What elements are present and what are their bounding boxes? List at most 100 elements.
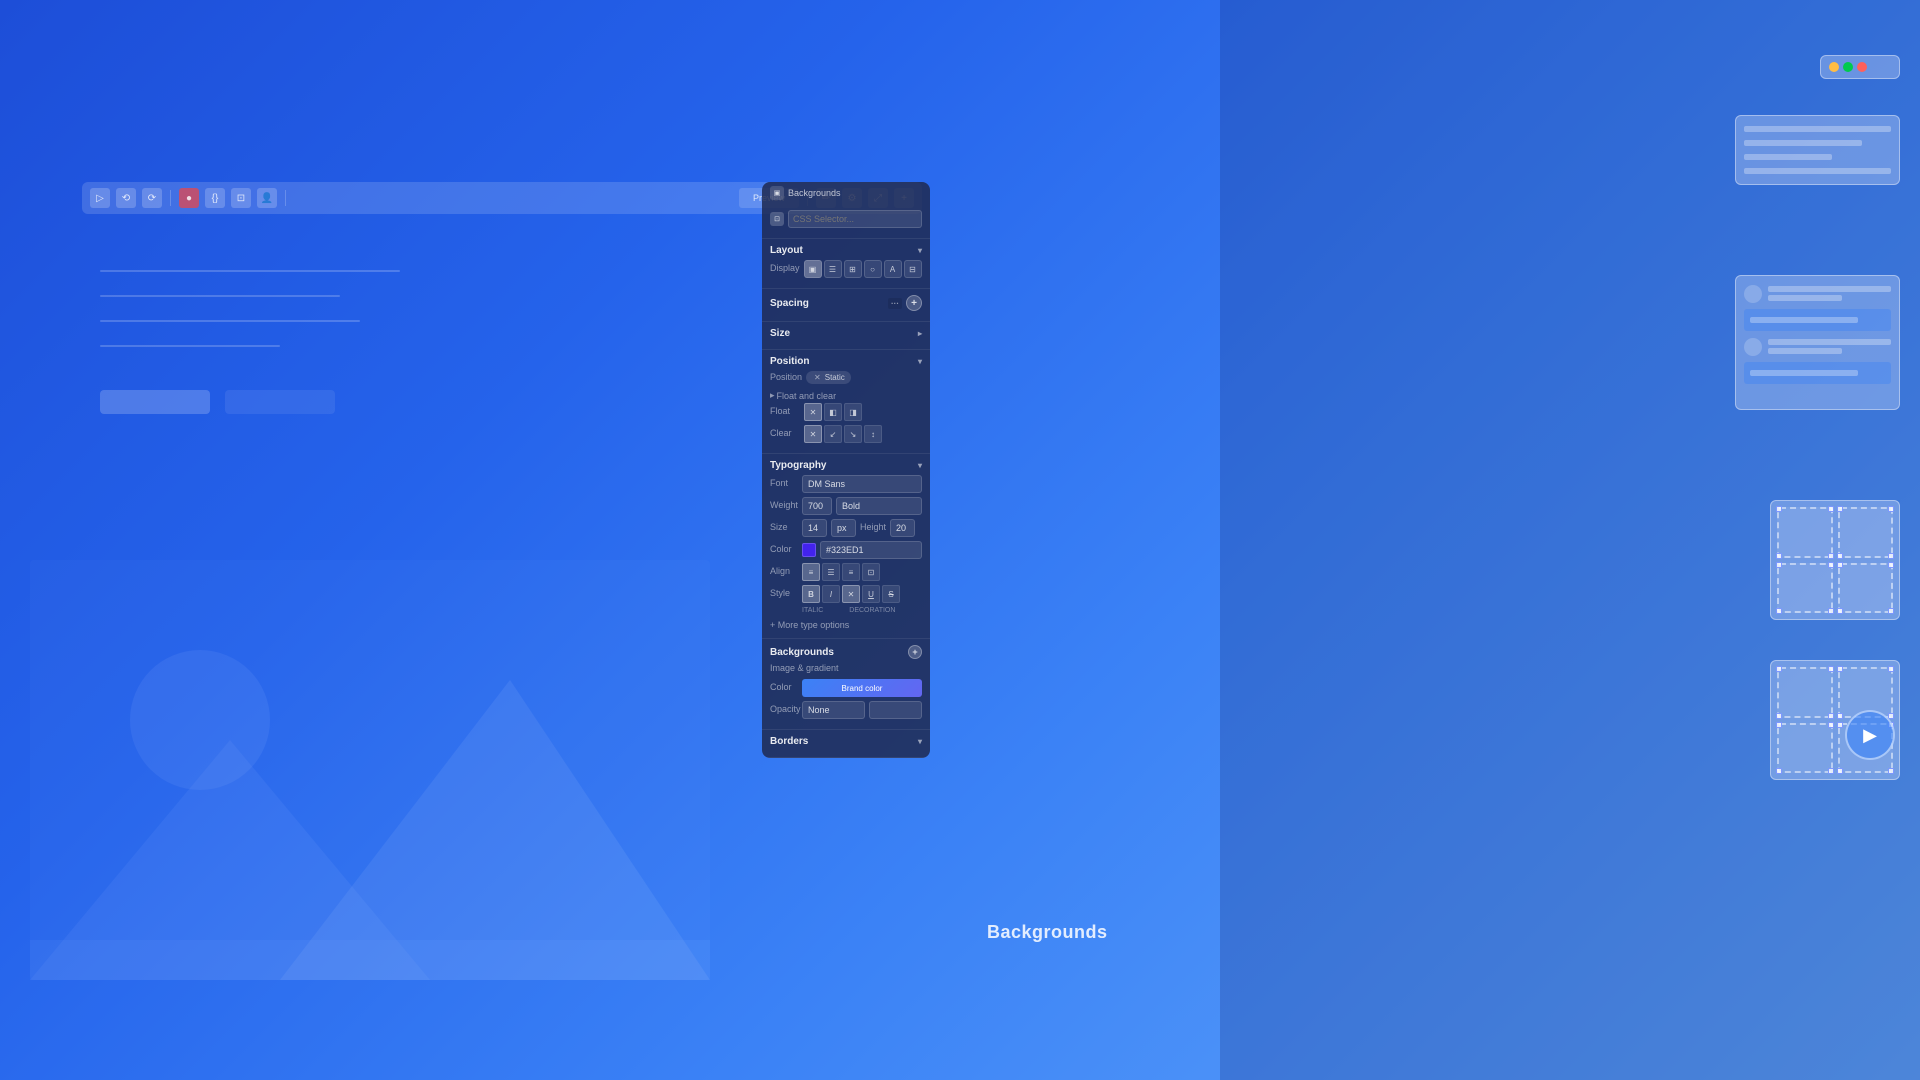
record-icon[interactable]: ●	[179, 188, 199, 208]
handle-br-3[interactable]	[1828, 608, 1834, 614]
handle-tl-6[interactable]	[1837, 666, 1843, 672]
grid-cell-3[interactable]	[1777, 563, 1833, 614]
grid-cell-1[interactable]	[1777, 507, 1833, 558]
handle-tr-7[interactable]	[1828, 722, 1834, 728]
position-header[interactable]: Position ▾	[770, 356, 922, 367]
handle-bl-7[interactable]	[1776, 768, 1782, 774]
handle-tr-4[interactable]	[1888, 562, 1894, 568]
handle-tl-5[interactable]	[1776, 666, 1782, 672]
align-right-btn[interactable]: ≡	[842, 563, 860, 581]
window-btn-close[interactable]	[1857, 62, 1867, 72]
action-circle-btn[interactable]: ▶	[1845, 710, 1895, 760]
canvas-btn[interactable]	[100, 390, 210, 414]
handle-br-4[interactable]	[1888, 608, 1894, 614]
float-right-btn[interactable]: ◨	[844, 403, 862, 421]
code-icon[interactable]: {}	[205, 188, 225, 208]
handle-bl-5[interactable]	[1776, 713, 1782, 719]
handle-tl-3[interactable]	[1776, 562, 1782, 568]
handle-tl-7[interactable]	[1776, 722, 1782, 728]
bold-btn[interactable]: B	[802, 585, 820, 603]
handle-br-7[interactable]	[1828, 768, 1834, 774]
underline-btn[interactable]: U	[862, 585, 880, 603]
card-btn-2[interactable]	[1744, 362, 1891, 384]
handle-tr[interactable]	[1828, 506, 1834, 512]
handle-br-2[interactable]	[1888, 553, 1894, 559]
handle-br-6[interactable]	[1888, 713, 1894, 719]
clear-left-btn[interactable]: ↙	[824, 425, 842, 443]
redo-icon[interactable]: ⟳	[142, 188, 162, 208]
handle-tl-8[interactable]	[1837, 722, 1843, 728]
align-left-btn[interactable]: ≡	[802, 563, 820, 581]
spacing-header[interactable]: Spacing ··· +	[770, 295, 922, 311]
display-btn-flex-row[interactable]: ☰	[824, 260, 842, 278]
handle-bl[interactable]	[1776, 553, 1782, 559]
handle-tr-3[interactable]	[1828, 562, 1834, 568]
strikethrough-btn[interactable]: S	[882, 585, 900, 603]
window-btn-minimize[interactable]	[1829, 62, 1839, 72]
window-btn-maximize[interactable]	[1843, 62, 1853, 72]
handle-bl-2[interactable]	[1837, 553, 1843, 559]
display-btn-none[interactable]: ⊟	[904, 260, 922, 278]
canvas-btn-2[interactable]	[225, 390, 335, 414]
font-input[interactable]: DM Sans	[802, 475, 922, 493]
grid-cell-4[interactable]	[1838, 563, 1894, 614]
weight-name-input[interactable]: Bold	[836, 497, 922, 515]
handle-br[interactable]	[1828, 553, 1834, 559]
clear-none-btn[interactable]: ✕	[804, 425, 822, 443]
display-btn-block[interactable]: ▣	[804, 260, 822, 278]
grid-cell-7[interactable]	[1777, 723, 1833, 774]
size-input[interactable]: 14	[802, 519, 827, 537]
display-btn-flex-col[interactable]: ⊞	[844, 260, 862, 278]
spacing-add-btn[interactable]: +	[906, 295, 922, 311]
export-icon[interactable]: ⊡	[231, 188, 251, 208]
align-justify-btn[interactable]: ⊡	[862, 563, 880, 581]
float-left-btn[interactable]: ◧	[824, 403, 842, 421]
position-static-chip[interactable]: ✕ Static	[806, 371, 851, 384]
handle-bl-3[interactable]	[1776, 608, 1782, 614]
handle-br-5[interactable]	[1828, 713, 1834, 719]
handle-bl-4[interactable]	[1837, 608, 1843, 614]
css-selector-input[interactable]	[788, 210, 922, 228]
grid-cell-2[interactable]	[1838, 507, 1894, 558]
borders-header[interactable]: Borders ▾	[770, 736, 922, 747]
opacity-select[interactable]	[869, 701, 922, 719]
align-center-btn[interactable]: ☰	[822, 563, 840, 581]
user-icon[interactable]: 👤	[257, 188, 277, 208]
grid-cell-5[interactable]	[1777, 667, 1833, 718]
handle-bl-6[interactable]	[1837, 713, 1843, 719]
backgrounds-add-btn[interactable]: +	[908, 645, 922, 659]
handle-tr-2[interactable]	[1888, 506, 1894, 512]
handle-tr-5[interactable]	[1828, 666, 1834, 672]
float-clear-link[interactable]: ▸ Float and clear	[770, 388, 922, 403]
color-swatch[interactable]	[802, 543, 816, 557]
card-btn-1[interactable]	[1744, 309, 1891, 331]
size-unit-input[interactable]: px	[831, 519, 856, 537]
opacity-input[interactable]: None	[802, 701, 865, 719]
brand-color-btn[interactable]: Brand color	[802, 679, 922, 697]
height-input[interactable]: 20	[890, 519, 915, 537]
handle-tl[interactable]	[1776, 506, 1782, 512]
display-btn-inline[interactable]: A	[884, 260, 902, 278]
handle-tr-6[interactable]	[1888, 666, 1894, 672]
typography-header[interactable]: Typography ▾	[770, 460, 922, 471]
handle-tl-4[interactable]	[1837, 562, 1843, 568]
size-header[interactable]: Size ▸	[770, 328, 922, 339]
display-btn-grid[interactable]: ○	[864, 260, 882, 278]
weight-row: Weight 700 Bold	[770, 497, 922, 515]
italic-btn[interactable]: I	[822, 585, 840, 603]
weight-input[interactable]: 700	[802, 497, 832, 515]
handle-bl-8[interactable]	[1837, 768, 1843, 774]
float-none-btn[interactable]: ✕	[804, 403, 822, 421]
layout-header[interactable]: Layout ▾	[770, 245, 922, 256]
clear-both-btn[interactable]: ↕	[864, 425, 882, 443]
position-x-btn[interactable]: ✕	[812, 372, 823, 383]
select-tool-icon[interactable]: ▷	[90, 188, 110, 208]
backgrounds-header[interactable]: Backgrounds +	[770, 645, 922, 659]
handle-br-8[interactable]	[1888, 768, 1894, 774]
cross-btn[interactable]: ✕	[842, 585, 860, 603]
undo-icon[interactable]: ⟲	[116, 188, 136, 208]
more-type-options-link[interactable]: + More type options	[770, 618, 922, 632]
clear-right-btn[interactable]: ↘	[844, 425, 862, 443]
color-input[interactable]: #323ED1	[820, 541, 922, 559]
handle-tl-2[interactable]	[1837, 506, 1843, 512]
